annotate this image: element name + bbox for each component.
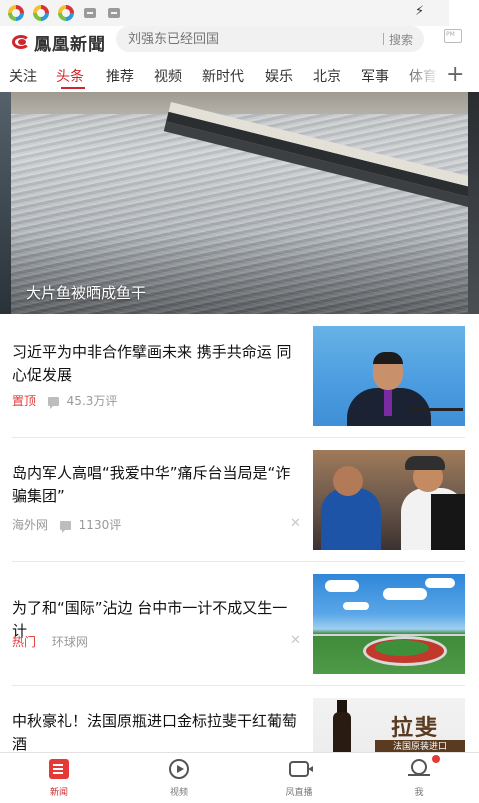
thumb-field [375,640,429,656]
nav-label: 新闻 [49,788,68,798]
thumb-figure [431,494,465,550]
thumb-banner: 法国原装进口 [375,740,465,752]
thumb-figure [405,456,445,470]
news-thumbnail[interactable] [313,450,465,550]
dismiss-icon[interactable]: ✕ [290,633,301,648]
battery-icon [449,0,479,26]
notification-icon [84,8,96,18]
thumb-bottle [333,712,351,752]
tab-tuijian[interactable]: 推荐 [106,66,134,86]
thumb-figure [373,352,403,364]
thumb-road [313,634,465,636]
hot-tag: 热门 [12,635,37,649]
tab-guanzhu[interactable]: 关注 [9,66,37,86]
thumb-figure [321,488,381,550]
nav-live[interactable]: 凤直播 [259,753,339,803]
nav-label: 我 [414,788,424,798]
live-camera-icon [289,761,313,777]
news-title[interactable]: 岛内军人高唱“我爱中华”痛斥台当局是“诈骗集团” [12,462,302,508]
nav-label: 凤直播 [285,788,313,798]
list-divider [12,437,465,438]
news-title[interactable]: 习近平为中非合作擘画未来 携手共命运 同心促发展 [12,341,302,387]
active-tab-indicator [61,87,85,89]
news-source: 海外网 [12,518,49,532]
tab-xinshidai[interactable]: 新时代 [202,66,244,86]
comment-icon [47,397,59,409]
news-thumbnail[interactable]: 拉斐 法国原装进口 [313,698,465,752]
thumb-cloud [425,578,455,588]
logo-text: 鳳凰新聞 [34,34,106,55]
news-thumbnail[interactable] [313,574,465,674]
bottom-navigation: 新闻 视频 凤直播 我 [0,752,479,802]
news-icon [49,759,69,779]
nav-label: 视频 [169,788,188,798]
channel-tabs: 关注 头条 推荐 视频 新时代 娱乐 北京 军事 体育 + [0,60,479,92]
tab-yule[interactable]: 娱乐 [265,66,293,86]
pinned-tag: 置顶 [12,394,37,408]
thumb-brand-word: 拉斐 [391,716,440,741]
search-bar[interactable]: 搜索 [116,26,424,52]
search-divider [383,33,384,45]
tab-shipin[interactable]: 视频 [154,66,182,86]
thumb-figure [333,466,363,496]
tab-toutiao[interactable]: 头条 [56,66,84,86]
dismiss-icon[interactable]: ✕ [290,516,301,531]
hero-caption[interactable]: 大片鱼被晒成鱼干 [26,282,146,303]
hero-image[interactable] [11,92,468,314]
thumb-microphones [409,408,463,423]
app-notification-icon [58,5,74,21]
news-item[interactable]: 岛内军人高唱“我爱中华”痛斥台当局是“诈骗集团” 海外网 1130评 ✕ [12,450,465,550]
app-notification-icon [33,5,49,21]
carousel-prev-peek [0,92,11,314]
hero-carousel[interactable] [0,92,479,314]
news-title[interactable]: 中秋豪礼！法国原瓶进口金标拉斐干红葡萄酒 [12,710,302,752]
search-button[interactable]: 搜索 [389,31,413,48]
pm-weather-icon[interactable] [444,29,462,43]
notification-icon [108,8,120,18]
hero-image-drying-rack [168,102,468,190]
comment-icon [59,521,71,533]
news-meta: 热门 环球网 [12,633,88,650]
app-notification-icon [8,5,24,21]
tab-junshi[interactable]: 军事 [361,66,389,86]
comment-count: 1130评 [78,518,122,532]
news-item[interactable]: 中秋豪礼！法国原瓶进口金标拉斐干红葡萄酒 拉斐 法国原装进口 [12,698,465,752]
charging-icon: ⚡ [415,4,425,19]
nav-news[interactable]: 新闻 [19,753,99,803]
hero-image-background [11,92,468,114]
news-meta: 海外网 1130评 [12,516,121,533]
thumb-figure [384,390,392,416]
tabs-fade [400,60,440,92]
comment-count: 45.3万评 [66,394,118,408]
news-item[interactable]: 习近平为中非合作擘画未来 携手共命运 同心促发展 置顶 45.3万评 [12,326,465,426]
search-input[interactable] [128,26,378,52]
nav-video[interactable]: 视频 [139,753,219,803]
news-item[interactable]: 为了和“国际”沾边 台中市一计不成又生一计 热门 环球网 ✕ [12,574,465,674]
phoenix-logo-icon [12,33,32,51]
thumb-cloud [383,588,427,600]
play-icon [169,759,189,779]
profile-icon [408,759,430,776]
nav-me[interactable]: 我 [379,753,459,803]
tab-beijing[interactable]: 北京 [313,66,341,86]
status-bar: ⚡ [0,0,479,26]
carousel-next-peek [468,92,479,314]
app-logo[interactable]: 鳳凰新聞 [12,30,106,55]
news-meta: 置顶 45.3万评 [12,392,117,409]
list-divider [12,561,465,562]
notification-badge [432,755,440,763]
add-channel-button[interactable]: + [446,62,464,88]
news-source: 环球网 [51,635,88,649]
list-divider [12,685,465,686]
thumb-cloud [325,580,359,592]
thumb-cloud [343,602,369,610]
news-thumbnail[interactable] [313,326,465,426]
app-header: 鳳凰新聞 搜索 [0,26,479,60]
